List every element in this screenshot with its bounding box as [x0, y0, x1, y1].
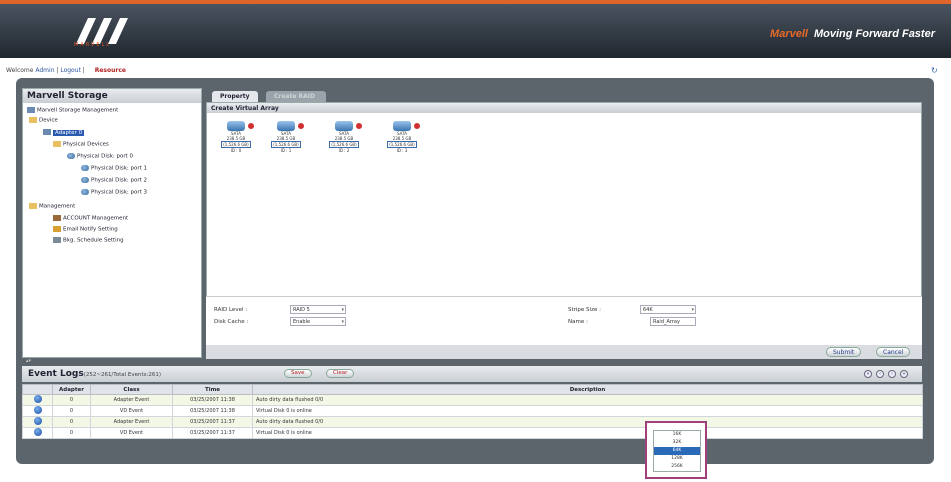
- raid-level-select[interactable]: RAID 5 ▾: [290, 305, 346, 314]
- disk-cache-label: Disk Cache :: [214, 319, 249, 325]
- disk-cache-select[interactable]: Enable ▾: [290, 317, 346, 326]
- disk-icon: [335, 121, 362, 131]
- action-bar: Submit Cancel: [206, 345, 922, 359]
- refresh-icon[interactable]: ↻: [931, 66, 939, 75]
- tree-item-disk-1[interactable]: Physical Disk: port 1: [81, 165, 147, 172]
- tree-item-disk-0[interactable]: Physical Disk: port 0: [67, 153, 133, 160]
- slogan: Marvell Moving Forward Faster: [770, 28, 935, 40]
- tree-item-disk-2[interactable]: Physical Disk: port 2: [81, 177, 147, 184]
- column-header[interactable]: Adapter: [52, 384, 91, 395]
- column-header[interactable]: Time: [172, 384, 253, 395]
- column-header[interactable]: Class: [90, 384, 173, 395]
- icon-column-header: [22, 384, 53, 395]
- slogan-text: Moving Forward Faster: [813, 28, 935, 40]
- event-logs-header: Event Logs(252~261/Total Events:261) Sav…: [22, 366, 922, 382]
- next-page-icon[interactable]: ›: [888, 370, 896, 378]
- table-header-row: Adapter Class Time Description: [22, 384, 923, 395]
- tree-item-schedule[interactable]: Bkg. Schedule Setting: [53, 237, 124, 244]
- column-header[interactable]: Description: [252, 384, 923, 395]
- info-icon: [33, 428, 42, 436]
- user-icon: [53, 215, 61, 221]
- tree-item-account[interactable]: ACCOUNT Management: [53, 215, 128, 222]
- last-page-icon[interactable]: »: [900, 370, 908, 378]
- stripe-size-select[interactable]: 64K ▾: [640, 305, 696, 314]
- event-logs-title: Event Logs(252~261/Total Events:261): [28, 369, 162, 379]
- folder-icon: [29, 117, 37, 123]
- welcome-bar: Welcome Admin | Logout | Resource: [6, 67, 126, 74]
- drive-item[interactable]: SATA 238.5 GB (1,526.6 GB) ID : 3: [383, 121, 421, 153]
- app-header: MARVELL Marvell Moving Forward Faster: [0, 0, 951, 58]
- tab-property[interactable]: Property: [212, 91, 258, 102]
- navigation-tree: Marvell Storage Marvell Storage Manageme…: [22, 88, 202, 358]
- storage-icon: [27, 107, 35, 113]
- submit-button[interactable]: Submit: [826, 347, 862, 357]
- info-icon: [33, 417, 42, 425]
- event-logs-table: Adapter Class Time Description 0 Adapter…: [22, 384, 923, 439]
- disk-icon: [277, 121, 304, 131]
- save-logs-button[interactable]: Save: [284, 369, 312, 378]
- first-page-icon[interactable]: «: [864, 370, 872, 378]
- drive-item[interactable]: SATA 238.5 GB (1,526.6 GB) ID : 2: [325, 121, 363, 153]
- logo-text: MARVELL: [74, 42, 112, 48]
- tree-title: Marvell Storage: [23, 89, 201, 103]
- drive-item[interactable]: SATA 238.5 GB (1,526.6 GB) ID : 1: [267, 121, 305, 153]
- tree-item-adapter[interactable]: Adapter 0: [43, 129, 85, 136]
- table-row[interactable]: 0 VD Event 03/25/2007 11:37 Virtual Disk…: [22, 427, 923, 439]
- tab-bar: Property Create RAID: [206, 88, 922, 102]
- drive-item[interactable]: SATA 238.5 GB (1,526.6 GB) ID : 0: [217, 121, 255, 153]
- adapter-icon: [43, 129, 51, 135]
- dropdown-option[interactable]: 256K: [654, 463, 700, 471]
- disk-icon: [67, 153, 75, 159]
- slogan-brand: Marvell: [770, 28, 808, 40]
- name-label: Name :: [568, 319, 588, 325]
- chevron-down-icon: ▾: [341, 319, 344, 325]
- disk-icon: [81, 165, 89, 171]
- info-icon: [33, 395, 42, 403]
- dropdown-option[interactable]: 128K: [654, 455, 700, 463]
- clear-logs-button[interactable]: Clear: [326, 369, 355, 378]
- disk-icon: [81, 189, 89, 195]
- stripe-size-dropdown-callout: 16K 32K 64K 128K 256K: [645, 421, 707, 479]
- tree-item-device[interactable]: Device: [29, 117, 58, 124]
- collapse-icon[interactable]: ▴▾: [26, 358, 31, 364]
- tab-create-raid[interactable]: Create RAID: [266, 91, 326, 102]
- table-row[interactable]: 0 VD Event 03/25/2007 11:38 Virtual Disk…: [22, 405, 923, 417]
- stripe-size-label: Stripe Size :: [568, 307, 601, 313]
- panel-splitter[interactable]: [22, 360, 922, 364]
- tree-item-physical-devices[interactable]: Physical Devices: [53, 141, 109, 148]
- dropdown-option[interactable]: 32K: [654, 439, 700, 447]
- prev-page-icon[interactable]: ‹: [876, 370, 884, 378]
- info-icon: [33, 406, 42, 414]
- content-title: Create Virtual Array: [207, 103, 921, 113]
- tree-item-email[interactable]: Email Notify Setting: [53, 226, 118, 233]
- tree-item-management[interactable]: Management: [29, 203, 75, 210]
- name-input[interactable]: Raid_Array: [650, 317, 696, 326]
- resource-link[interactable]: Resource: [95, 67, 126, 74]
- dropdown-option[interactable]: 16K: [654, 431, 700, 439]
- event-logs-range: (252~261/Total Events:261): [83, 372, 162, 378]
- raid-form: RAID Level : RAID 5 ▾ Disk Cache : Enable…: [206, 296, 922, 348]
- disk-icon: [393, 121, 420, 131]
- table-row[interactable]: 0 Adapter Event 03/25/2007 11:38 Auto di…: [22, 394, 923, 406]
- tree-item-disk-3[interactable]: Physical Disk: port 3: [81, 189, 147, 196]
- folder-icon: [53, 141, 61, 147]
- disk-icon: [227, 121, 254, 131]
- logout-link[interactable]: Logout: [60, 67, 81, 74]
- folder-icon: [29, 203, 37, 209]
- schedule-icon: [53, 237, 61, 243]
- chevron-down-icon: ▾: [341, 307, 344, 313]
- disk-icon: [81, 177, 89, 183]
- table-row[interactable]: 0 Adapter Event 03/25/2007 11:37 Auto di…: [22, 416, 923, 428]
- chevron-down-icon: ▾: [691, 307, 694, 313]
- cancel-button[interactable]: Cancel: [876, 347, 911, 357]
- mail-icon: [53, 226, 61, 232]
- welcome-label: Welcome: [6, 67, 34, 74]
- user-link[interactable]: Admin: [35, 67, 54, 74]
- raid-level-label: RAID Level :: [214, 307, 248, 313]
- stripe-size-options: 16K 32K 64K 128K 256K: [653, 430, 701, 472]
- dropdown-option-selected[interactable]: 64K: [654, 447, 700, 455]
- tree-item-root[interactable]: Marvell Storage Management: [27, 107, 118, 114]
